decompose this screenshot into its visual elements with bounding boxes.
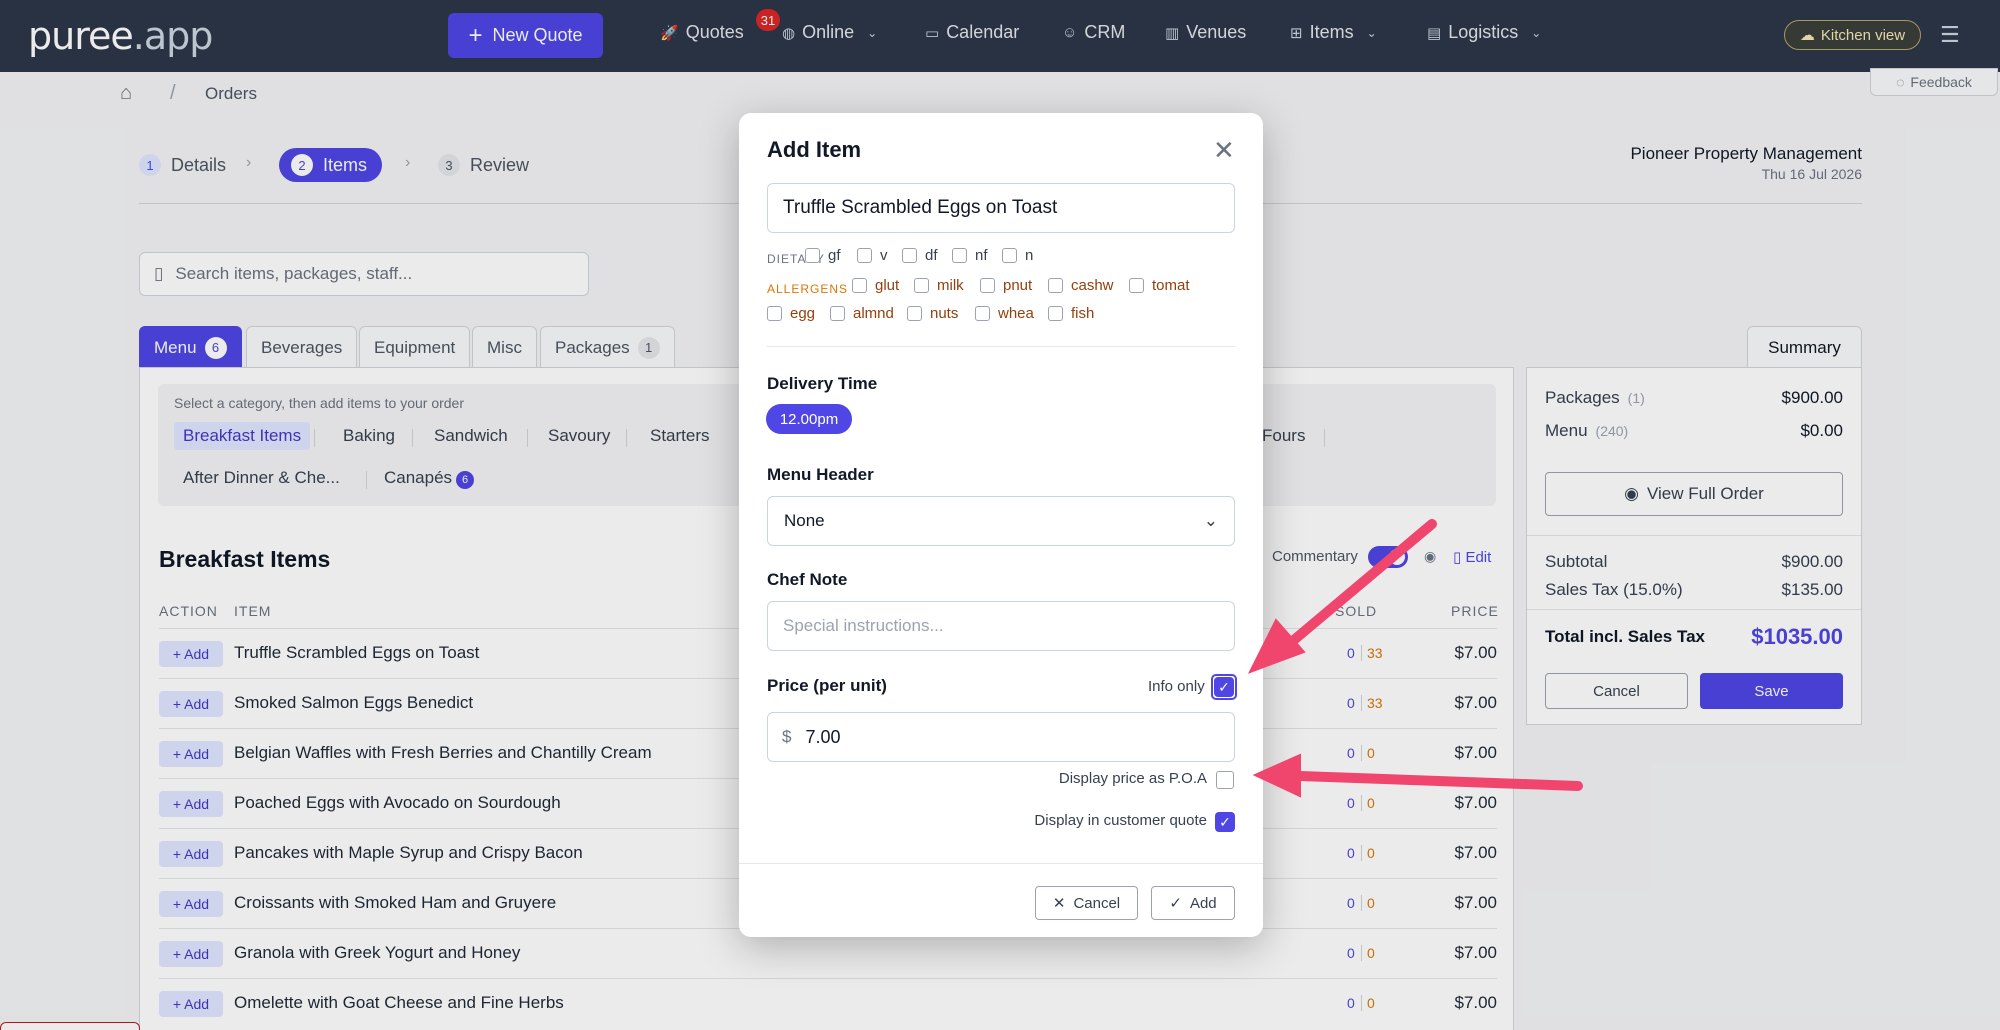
checkbox[interactable] xyxy=(1048,278,1063,293)
customer-quote-label: Display in customer quote xyxy=(1034,812,1207,829)
allergen-checkbox-nuts[interactable]: nuts xyxy=(907,305,958,322)
cancel-button[interactable]: ✕ Cancel xyxy=(1035,886,1138,920)
checkbox[interactable] xyxy=(857,248,872,263)
dietary-checkbox-n[interactable]: n xyxy=(1002,247,1033,264)
delivery-time-chip[interactable]: 12.00pm xyxy=(766,404,852,434)
check-icon: ✓ xyxy=(1169,895,1182,912)
poa-checkbox[interactable] xyxy=(1216,771,1234,789)
allergens-label: ALLERGENS xyxy=(767,282,849,296)
checkbox[interactable] xyxy=(902,248,917,263)
divider xyxy=(739,863,1263,864)
checkbox[interactable] xyxy=(914,278,929,293)
modal-title: Add Item xyxy=(767,137,862,162)
dietary-checkbox-df[interactable]: df xyxy=(902,247,938,264)
poa-label: Display price as P.O.A xyxy=(1058,770,1207,787)
checkbox[interactable] xyxy=(1048,306,1063,321)
dietary-checkbox-v[interactable]: v xyxy=(857,247,888,264)
allergen-checkbox-tomat[interactable]: tomat xyxy=(1129,277,1190,294)
checkbox[interactable] xyxy=(1129,278,1144,293)
close-icon: ✕ xyxy=(1052,895,1066,912)
checkbox[interactable] xyxy=(852,278,867,293)
close-icon[interactable]: ✕ xyxy=(1213,135,1235,166)
add-button[interactable]: ✓ Add xyxy=(1151,886,1235,920)
allergen-checkbox-fish[interactable]: fish xyxy=(1048,305,1094,322)
menu-header-label: Menu Header xyxy=(767,465,874,484)
dietary-checkbox-gf[interactable]: gf xyxy=(805,247,841,264)
allergen-checkbox-milk[interactable]: milk xyxy=(914,277,964,294)
allergen-checkbox-egg[interactable]: egg xyxy=(767,305,815,322)
info-only-label: Info only xyxy=(1148,678,1205,695)
info-only-checkbox[interactable]: ✓ xyxy=(1214,677,1234,697)
customer-quote-checkbox[interactable]: ✓ xyxy=(1215,812,1235,832)
checkbox[interactable] xyxy=(830,306,845,321)
checkbox[interactable] xyxy=(767,306,782,321)
chef-note-label: Chef Note xyxy=(767,570,848,589)
checkbox[interactable] xyxy=(1002,248,1017,263)
checkbox[interactable] xyxy=(952,248,967,263)
item-name-input[interactable]: Truffle Scrambled Eggs on Toast xyxy=(767,183,1235,233)
allergen-checkbox-whea[interactable]: whea xyxy=(975,305,1034,322)
allergen-checkbox-almnd[interactable]: almnd xyxy=(830,305,894,322)
allergen-checkbox-glut[interactable]: glut xyxy=(852,277,899,294)
allergen-checkbox-cashw[interactable]: cashw xyxy=(1048,277,1114,294)
price-input[interactable]: $7.00 xyxy=(767,712,1235,762)
allergen-checkbox-pnut[interactable]: pnut xyxy=(980,277,1032,294)
dietary-checkbox-nf[interactable]: nf xyxy=(952,247,988,264)
delivery-time-label: Delivery Time xyxy=(767,374,878,393)
checkbox[interactable] xyxy=(980,278,995,293)
checkbox[interactable] xyxy=(907,306,922,321)
checkbox[interactable] xyxy=(975,306,990,321)
chevron-down-icon: ⌄ xyxy=(1203,511,1218,530)
add-item-modal: Add Item ✕ Truffle Scrambled Eggs on Toa… xyxy=(739,113,1263,937)
checkbox[interactable] xyxy=(805,248,820,263)
divider xyxy=(767,346,1235,347)
price-label: Price (per unit) xyxy=(767,676,887,695)
menu-header-select[interactable]: None ⌄ xyxy=(767,496,1235,546)
chef-note-input[interactable]: Special instructions... xyxy=(767,601,1235,651)
